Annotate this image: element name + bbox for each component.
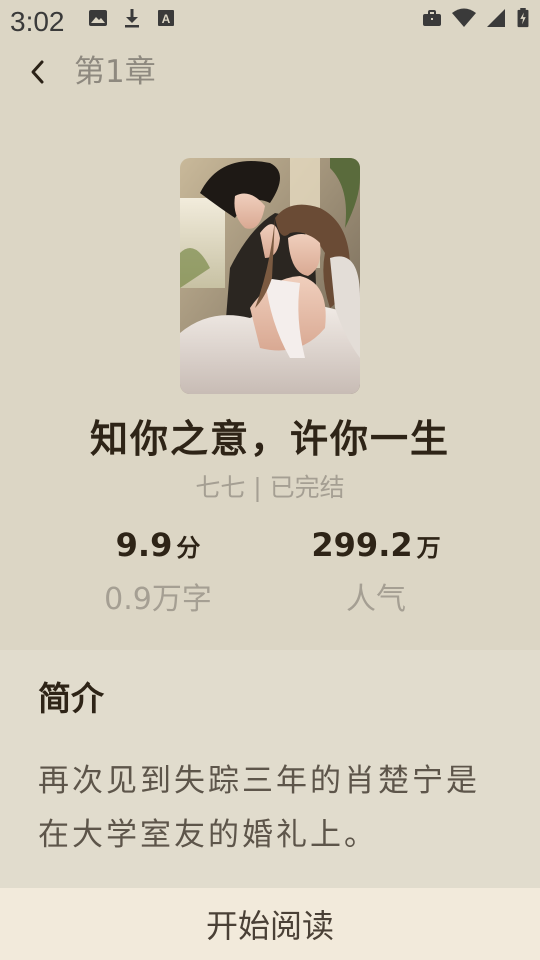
book-cover[interactable] xyxy=(180,158,360,394)
wifi-icon xyxy=(452,8,476,27)
back-button[interactable] xyxy=(20,52,56,92)
cover-illustration xyxy=(180,158,360,394)
popularity-unit: 万 xyxy=(416,534,441,562)
intro-panel: 简介 再次见到失踪三年的肖楚宁是在大学室友的婚礼上。 xyxy=(0,650,540,888)
start-reading-button[interactable]: 开始阅读 xyxy=(0,888,540,960)
stat-rating: 9.9 分 0.9万字 xyxy=(58,526,258,618)
battery-charging-icon xyxy=(517,8,529,28)
text-a-icon: A xyxy=(158,10,174,26)
popularity-value: 299.2 xyxy=(311,526,413,564)
image-icon xyxy=(89,10,107,26)
top-bar: 第1章 xyxy=(0,46,540,98)
stat-popularity: 299.2 万 人气 xyxy=(276,526,476,618)
intro-heading: 简介 xyxy=(38,679,104,718)
chevron-left-icon xyxy=(31,60,44,84)
status-bar: 3:02 A xyxy=(0,0,540,44)
intro-text: 再次见到失踪三年的肖楚宁是在大学室友的婚礼上。 xyxy=(38,763,480,853)
status-right-icons xyxy=(422,8,530,28)
word-count: 0.9万字 xyxy=(104,582,212,617)
popularity-label: 人气 xyxy=(346,582,406,617)
rating-value: 9.9 xyxy=(115,526,173,564)
status-time: 3:02 xyxy=(10,6,65,37)
briefcase-icon xyxy=(423,10,441,26)
status-left-icons: A xyxy=(88,8,176,28)
svg-text:A: A xyxy=(162,12,171,26)
signal-icon xyxy=(487,9,505,27)
download-icon xyxy=(125,9,139,28)
book-title: 知你之意，许你一生 xyxy=(89,417,450,461)
rating-unit: 分 xyxy=(176,534,201,562)
book-meta: 七七 | 已完结 xyxy=(195,473,345,502)
chapter-title: 第1章 xyxy=(74,54,156,90)
